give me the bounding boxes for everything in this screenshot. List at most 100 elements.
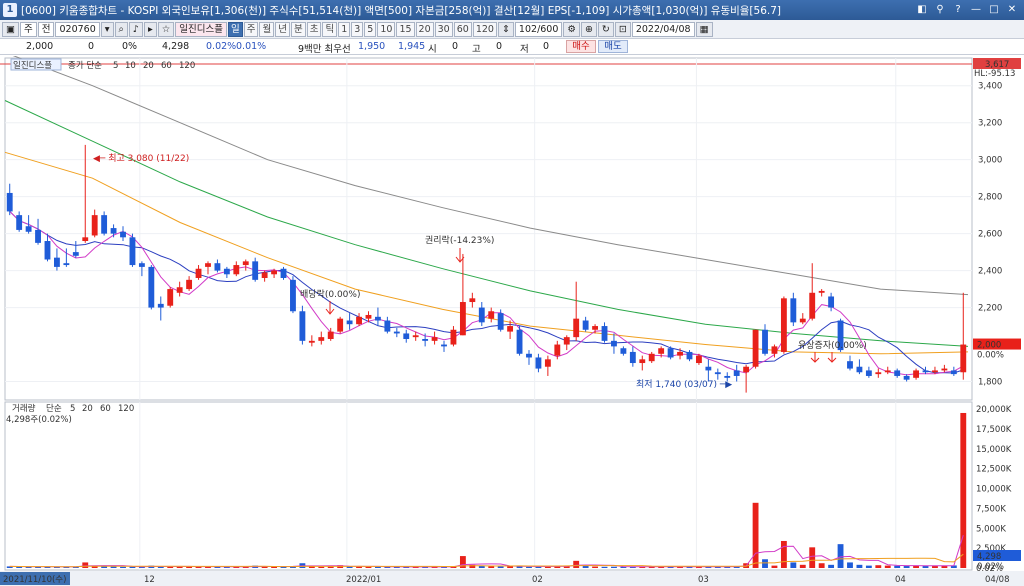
candle-body <box>695 355 702 364</box>
sell-button[interactable]: 매도 <box>598 40 628 53</box>
stock-code-input[interactable]: 020760 <box>55 21 100 37</box>
volume-bar <box>469 564 476 568</box>
candle-body <box>932 370 938 373</box>
current-price-value: 2,000 <box>977 341 1001 351</box>
price-legend-ma-title: 종가 단순 <box>68 60 102 71</box>
count-input[interactable]: 102/600 <box>514 21 563 37</box>
candle-body <box>526 353 532 358</box>
help-icon[interactable]: ? <box>950 3 966 17</box>
candle-body <box>913 370 920 378</box>
sound-icon[interactable]: ♪ <box>128 21 143 37</box>
date-input[interactable]: 2022/04/08 <box>631 21 695 37</box>
price-change: 0 <box>88 41 95 52</box>
period-button[interactable]: 주 <box>243 21 259 37</box>
price-legend-ma-period: 20 <box>143 61 154 71</box>
low-label: 저 <box>520 44 529 55</box>
candle-body <box>138 263 145 267</box>
minute-button[interactable]: 3 <box>351 21 364 37</box>
candle-body <box>611 340 617 347</box>
candle-body <box>374 316 381 321</box>
candle-body <box>884 370 891 373</box>
minute-button[interactable]: 20 <box>415 21 434 37</box>
candle-body <box>205 263 211 267</box>
candle-body <box>648 353 655 362</box>
volume-bar <box>497 566 504 568</box>
candle-body <box>242 261 249 266</box>
period-button[interactable]: 분 <box>290 21 306 37</box>
candle-body <box>809 292 816 319</box>
volume-bar <box>809 547 816 568</box>
stock-name-field[interactable]: 일진디스플 <box>175 21 227 37</box>
count-value: 102 <box>518 23 538 35</box>
candle-body <box>384 320 391 332</box>
candle-body <box>601 326 608 341</box>
prev-icon[interactable]: ▸ <box>143 21 157 37</box>
zoom-icon[interactable]: ⊕ <box>580 21 597 37</box>
annotation-low: 최저 1,740 (03/07) ─▶ <box>636 379 732 390</box>
minute-button[interactable]: 30 <box>434 21 453 37</box>
close-icon[interactable]: ✕ <box>1004 3 1020 17</box>
candle-body <box>743 366 750 373</box>
minute-button[interactable]: 60 <box>453 21 472 37</box>
volume-bar <box>601 566 608 568</box>
tick-spin-icon[interactable]: ⇕ <box>497 21 514 37</box>
minute-button[interactable]: 15 <box>396 21 415 37</box>
volume-bar <box>110 566 117 568</box>
candle-body <box>290 279 296 312</box>
candle-body <box>903 375 910 380</box>
period-button[interactable]: 초 <box>306 21 322 37</box>
candle-body <box>35 229 41 243</box>
candle-body <box>129 237 136 266</box>
candle-body <box>573 318 580 338</box>
period-button[interactable]: 틱 <box>322 21 338 37</box>
candle-body <box>63 263 70 266</box>
pin-icon[interactable]: ⚲ <box>932 3 948 17</box>
candle-body <box>431 337 438 341</box>
candle-body <box>91 215 98 236</box>
volume-legend-name: 거래량 <box>12 403 36 414</box>
search-icon[interactable]: ⌕ <box>114 21 128 37</box>
candle-body <box>790 298 797 323</box>
minute-button[interactable]: 1 <box>338 21 351 37</box>
star-icon[interactable]: ☆ <box>157 21 175 37</box>
date-label: 03 <box>698 575 709 585</box>
window-menu-icon[interactable]: ◧ <box>914 3 930 17</box>
candle-body <box>356 316 362 325</box>
mode-select[interactable]: 주 <box>19 21 37 37</box>
minute-button[interactable]: 5 <box>364 21 377 37</box>
candle-body <box>563 337 570 345</box>
maximize-icon[interactable]: □ <box>986 3 1002 17</box>
volume-bar <box>507 566 514 568</box>
minimize-icon[interactable]: — <box>968 3 984 17</box>
settings-icon[interactable]: ⚙ <box>563 21 580 37</box>
calendar-icon[interactable]: ▦ <box>695 21 713 37</box>
price-legend-ma-period: 10 <box>125 61 136 71</box>
price-legend-ma-period: 60 <box>161 61 172 71</box>
minute-button[interactable]: 120 <box>472 21 497 37</box>
candle-body <box>308 340 315 343</box>
period-button[interactable]: 일 <box>227 21 243 37</box>
annotation-capital: 유상증자(0.00%) <box>798 340 867 351</box>
price-tick-label: 3,400 <box>978 82 1002 92</box>
minute-button[interactable]: 10 <box>377 21 396 37</box>
volume-legend-ma-period: 5 <box>70 404 75 414</box>
stock-chart[interactable]: 3,400 3,200 3,000 2,800 2,600 2,400 2,200 1,800… <box>0 56 1024 586</box>
candle-body <box>214 263 221 271</box>
chart-menu-icon[interactable]: ▣ <box>2 21 19 37</box>
candle-body <box>714 372 721 375</box>
candle-body <box>677 351 683 356</box>
candle-body <box>828 296 835 308</box>
period-button[interactable]: 월 <box>259 21 275 37</box>
candle-body <box>346 320 353 325</box>
period-button[interactable]: 년 <box>275 21 290 37</box>
volume-bar <box>856 564 863 568</box>
candle-body <box>148 266 155 308</box>
buy-button[interactable]: 매수 <box>566 40 596 53</box>
volume-bar <box>960 412 967 568</box>
refresh-icon[interactable]: ↻ <box>597 21 614 37</box>
volume-bar <box>592 566 599 568</box>
candle-body <box>450 329 457 345</box>
market-select[interactable]: 전 <box>37 21 55 37</box>
lock-icon[interactable]: ⊡ <box>614 21 631 37</box>
code-dropdown-icon[interactable]: ▾ <box>100 21 114 37</box>
